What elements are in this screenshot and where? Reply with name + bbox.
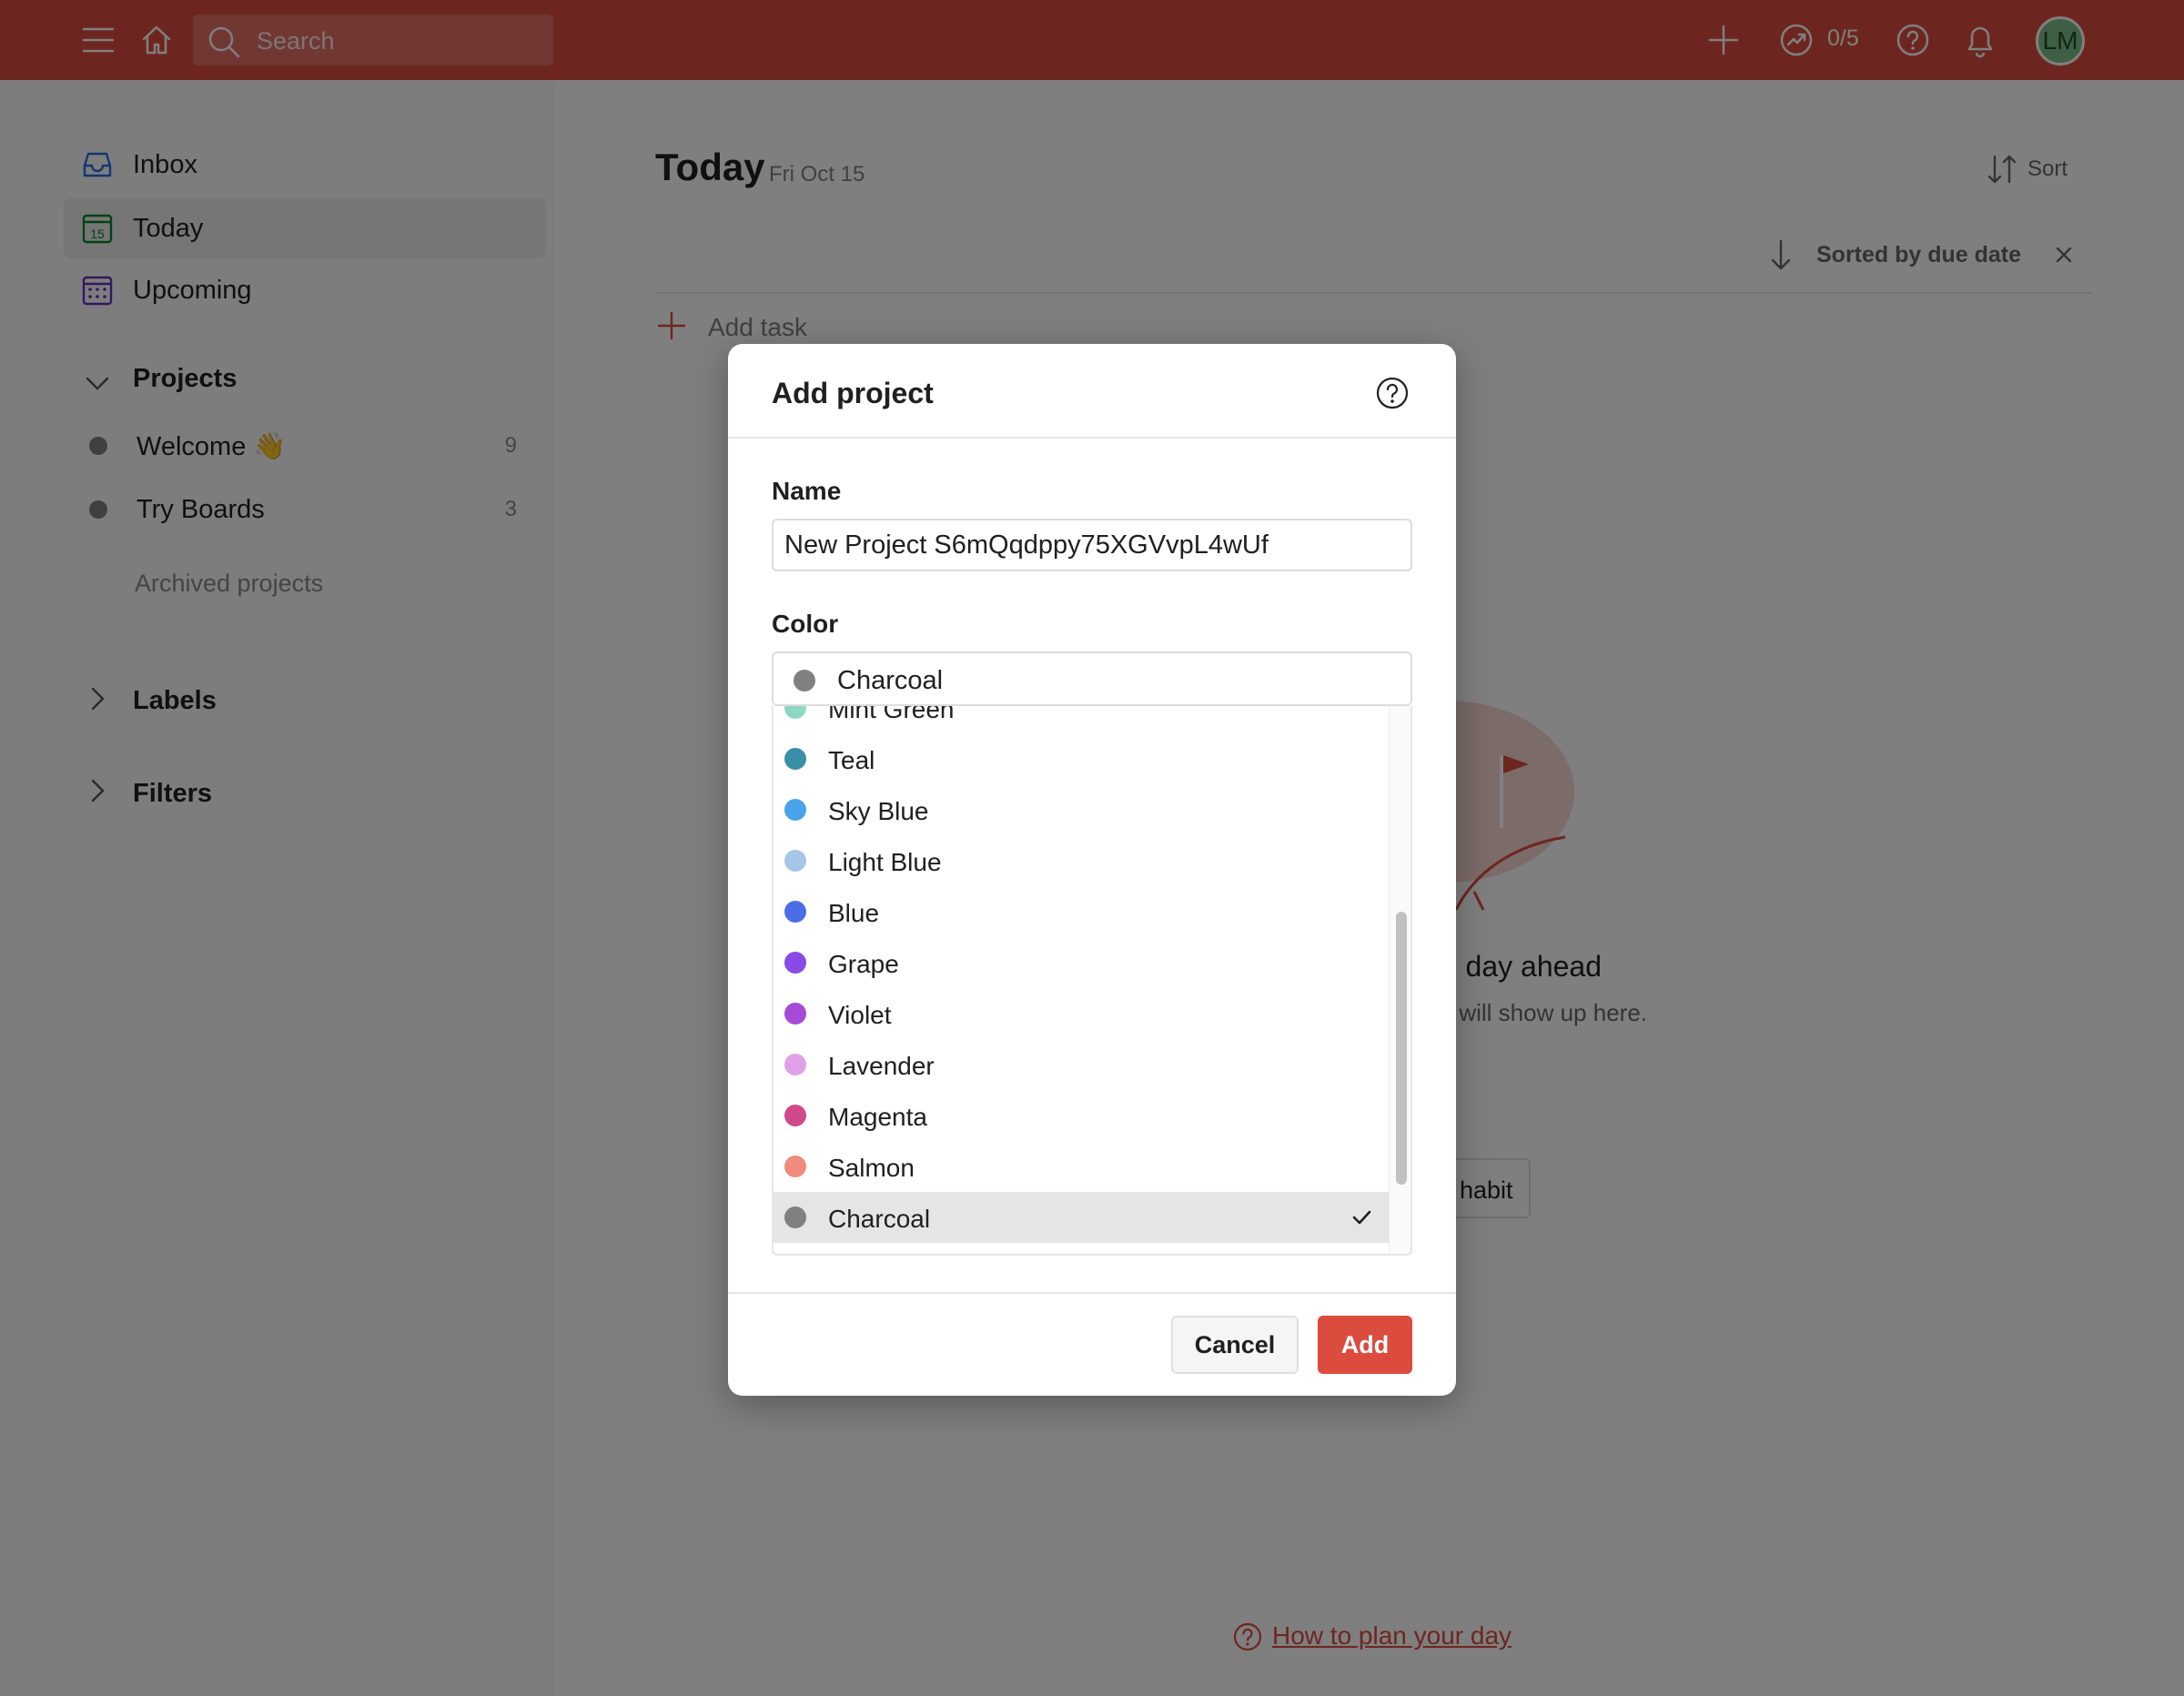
help-icon[interactable] [1374,375,1410,411]
cancel-button[interactable]: Cancel [1171,1316,1299,1374]
color-swatch [784,1206,806,1228]
color-swatch [784,1156,806,1177]
scrollbar[interactable] [1389,706,1410,1254]
dialog-footer-divider [728,1292,1456,1294]
color-swatch [784,748,806,770]
color-swatch [784,1054,806,1075]
color-select[interactable]: Charcoal [772,651,1412,706]
color-swatch [784,799,806,821]
color-option-sky-blue[interactable]: Sky Blue [774,784,1389,835]
color-option-list: Mint Green Teal Sky Blue Light Blue Blue Grap… [774,706,1389,1243]
color-swatch [784,901,806,923]
color-option-label: Sky Blue [828,797,929,825]
color-option-label: Blue [828,899,880,927]
checkmark-icon [1349,1205,1374,1230]
color-option-salmon[interactable]: Salmon [774,1141,1389,1192]
dialog-title: Add project [772,377,934,409]
color-dropdown: Mint Green Teal Sky Blue Light Blue Blue Grap… [772,706,1412,1256]
color-option-blue[interactable]: Blue [774,886,1389,937]
color-option-teal[interactable]: Teal [774,733,1389,784]
color-option-label: Magenta [828,1103,927,1131]
name-label: Name [772,477,842,505]
color-swatch [784,850,806,872]
color-option-lavender[interactable]: Lavender [774,1039,1389,1090]
add-project-dialog: Add project Name Color Charcoal Mint Gre… [728,344,1456,1396]
color-option-label: Salmon [828,1154,915,1182]
color-option-light-blue[interactable]: Light Blue [774,835,1389,886]
dialog-header: Add project [728,344,1456,439]
color-option-label: Grape [828,950,899,978]
color-option-magenta[interactable]: Magenta [774,1090,1389,1141]
color-swatch [784,706,806,719]
color-option-label: Teal [828,746,875,774]
selected-color-dot [794,670,815,692]
add-button[interactable]: Add [1318,1316,1412,1374]
color-option-label: Charcoal [828,1205,931,1233]
color-label: Color [772,610,839,638]
color-option-violet[interactable]: Violet [774,988,1389,1039]
color-swatch [784,952,806,974]
scrollbar-thumb[interactable] [1396,912,1407,1185]
color-option-mint-green[interactable]: Mint Green [774,706,1389,733]
project-name-input[interactable] [772,519,1412,571]
selected-color-label: Charcoal [837,666,944,695]
color-swatch [784,1105,806,1126]
color-option-grape[interactable]: Grape [774,937,1389,988]
color-option-label: Lavender [828,1052,935,1080]
color-option-label: Violet [828,1001,892,1029]
color-swatch [784,1003,806,1025]
color-option-label: Light Blue [828,848,942,876]
color-option-charcoal[interactable]: Charcoal [774,1192,1389,1243]
color-option-label: Mint Green [828,706,955,723]
